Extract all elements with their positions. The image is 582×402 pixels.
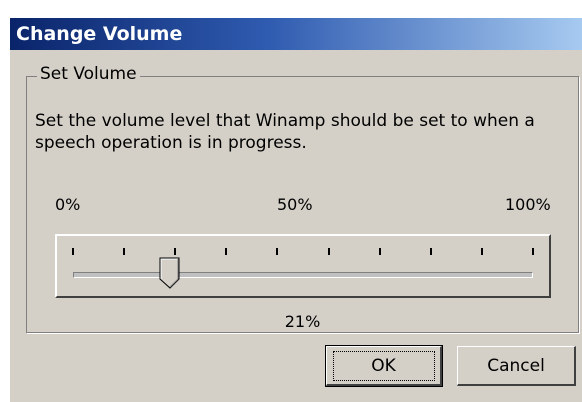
slider-tick bbox=[532, 248, 534, 255]
cancel-button[interactable]: Cancel bbox=[457, 346, 576, 386]
slider-thumb[interactable] bbox=[159, 257, 181, 289]
slider-tick bbox=[481, 248, 483, 255]
set-volume-group: Set Volume Set the volume level that Win… bbox=[26, 64, 579, 333]
scale-max-label: 100% bbox=[505, 195, 551, 214]
slider-tick bbox=[276, 248, 278, 255]
scale-mid-label: 50% bbox=[277, 195, 313, 214]
description-text: Set the volume level that Winamp should … bbox=[35, 111, 535, 153]
scale-min-label: 0% bbox=[55, 195, 81, 214]
title-bar[interactable]: Change Volume bbox=[10, 18, 582, 50]
slider-tick bbox=[379, 248, 381, 255]
dialog-body: Set Volume Set the volume level that Win… bbox=[10, 50, 582, 402]
slider-tick bbox=[328, 248, 330, 255]
slider-tick bbox=[430, 248, 432, 255]
volume-value-label: 21% bbox=[284, 312, 321, 331]
ok-button[interactable]: OK bbox=[325, 345, 443, 387]
window-title: Change Volume bbox=[16, 23, 183, 45]
slider-tick bbox=[174, 248, 176, 255]
slider-tick bbox=[72, 248, 74, 255]
volume-slider[interactable] bbox=[55, 234, 551, 298]
slider-tick bbox=[225, 248, 227, 255]
slider-tick bbox=[123, 248, 125, 255]
slider-track[interactable] bbox=[73, 272, 533, 278]
group-label: Set Volume bbox=[37, 64, 140, 84]
ok-button-label: OK bbox=[332, 350, 435, 381]
